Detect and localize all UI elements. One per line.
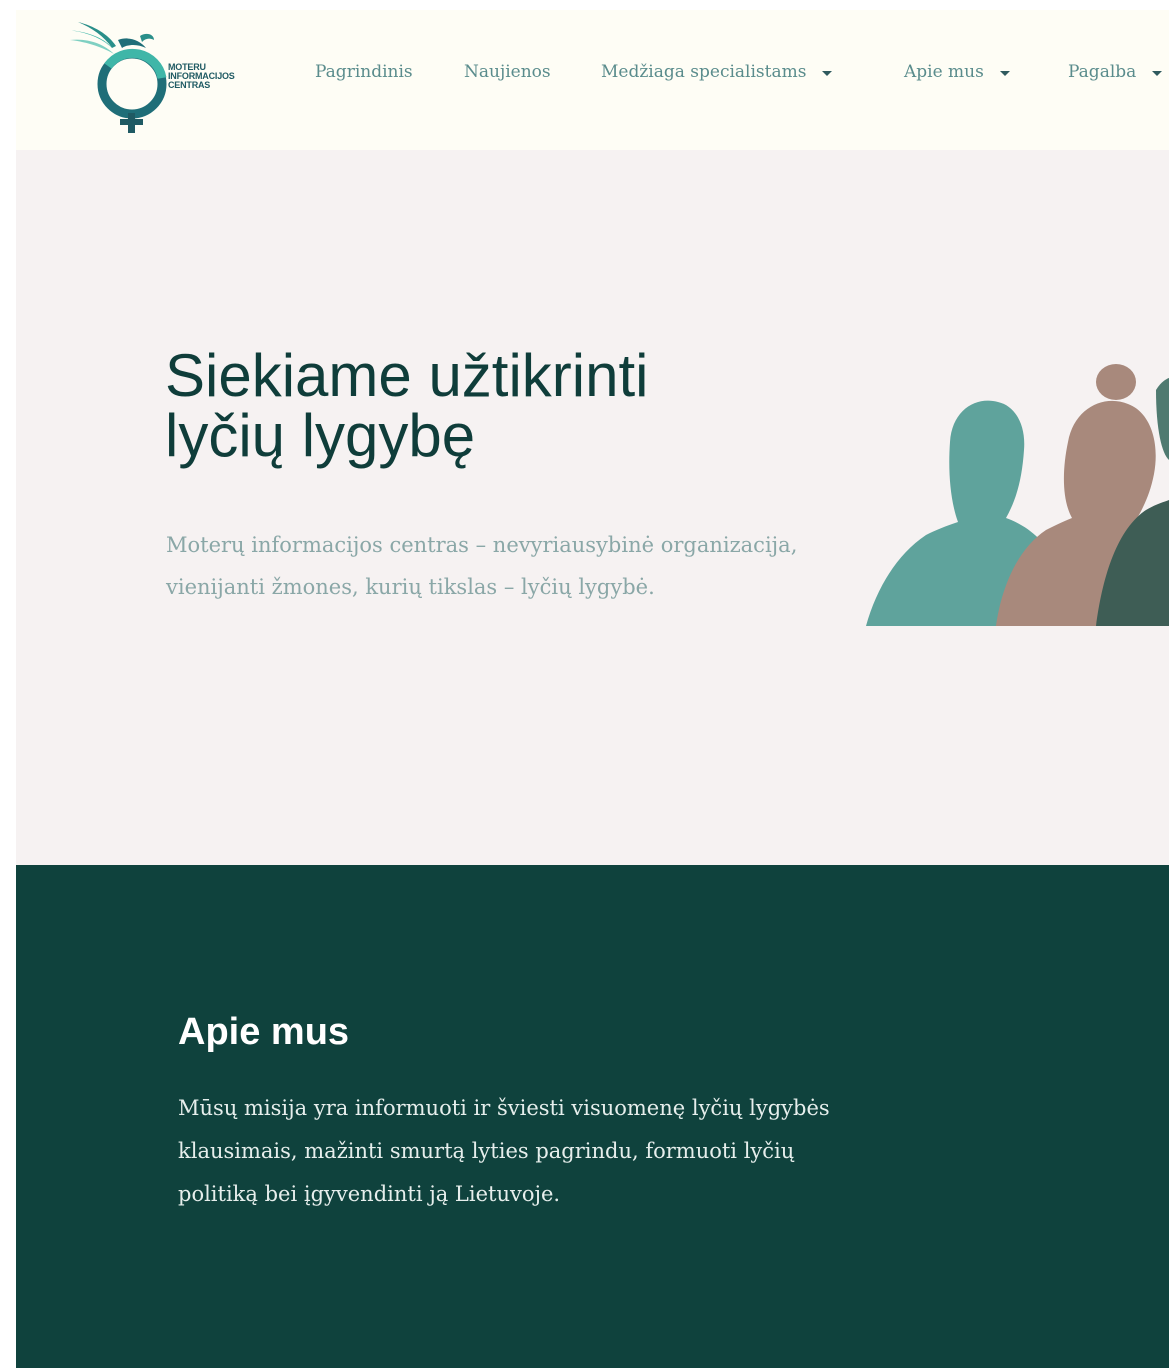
nav-item-label: Medžiaga specialistams	[601, 62, 807, 82]
page: MOTERU INFORMACIJOS CENTRAS Pagrindinis …	[16, 10, 1169, 1368]
nav-item-pagrindinis[interactable]: Pagrindinis	[315, 62, 413, 82]
chevron-down-icon	[999, 70, 1010, 76]
people-silhouettes-icon	[866, 364, 1169, 626]
nav-item-label: Naujienos	[464, 62, 551, 82]
hero-title-line-1: Siekiame užtikrinti	[165, 342, 649, 409]
logo-wordmark: MOTERU INFORMACIJOS CENTRAS	[168, 63, 235, 90]
about-text: Mūsų misija yra informuoti ir šviesti vi…	[178, 1096, 830, 1206]
hero-description: Moterų informacijos centras – nevyriausy…	[166, 533, 798, 599]
female-symbol-bird-icon	[68, 22, 167, 133]
people-silhouettes-illustration	[866, 350, 1169, 626]
about-section: Apie mus Mūsų misija yra informuoti ir š…	[16, 865, 1169, 1368]
logo-line-3: CENTRAS	[168, 80, 211, 90]
nav-item-apie-mus[interactable]: Apie mus	[904, 62, 1010, 82]
nav-item-label: Pagalba	[1068, 62, 1137, 82]
nav-item-label: Apie mus	[904, 62, 984, 82]
site-header: MOTERU INFORMACIJOS CENTRAS Pagrindinis …	[16, 10, 1169, 150]
nav-item-medziaga-specialistams[interactable]: Medžiaga specialistams	[601, 62, 833, 82]
chevron-down-icon	[1152, 70, 1163, 76]
hero-title-line-2: lyčių lygybę	[165, 402, 476, 469]
nav-item-pagalba[interactable]: Pagalba	[1068, 62, 1163, 82]
chevron-down-icon	[822, 70, 833, 76]
nav-item-naujienos[interactable]: Naujienos	[464, 62, 551, 82]
nav-item-label: Pagrindinis	[315, 62, 413, 82]
site-logo[interactable]: MOTERU INFORMACIJOS CENTRAS	[68, 18, 278, 133]
about-title: Apie mus	[178, 1011, 350, 1053]
hero-title: Siekiame užtikrinti lyčių lygybę	[165, 346, 785, 466]
